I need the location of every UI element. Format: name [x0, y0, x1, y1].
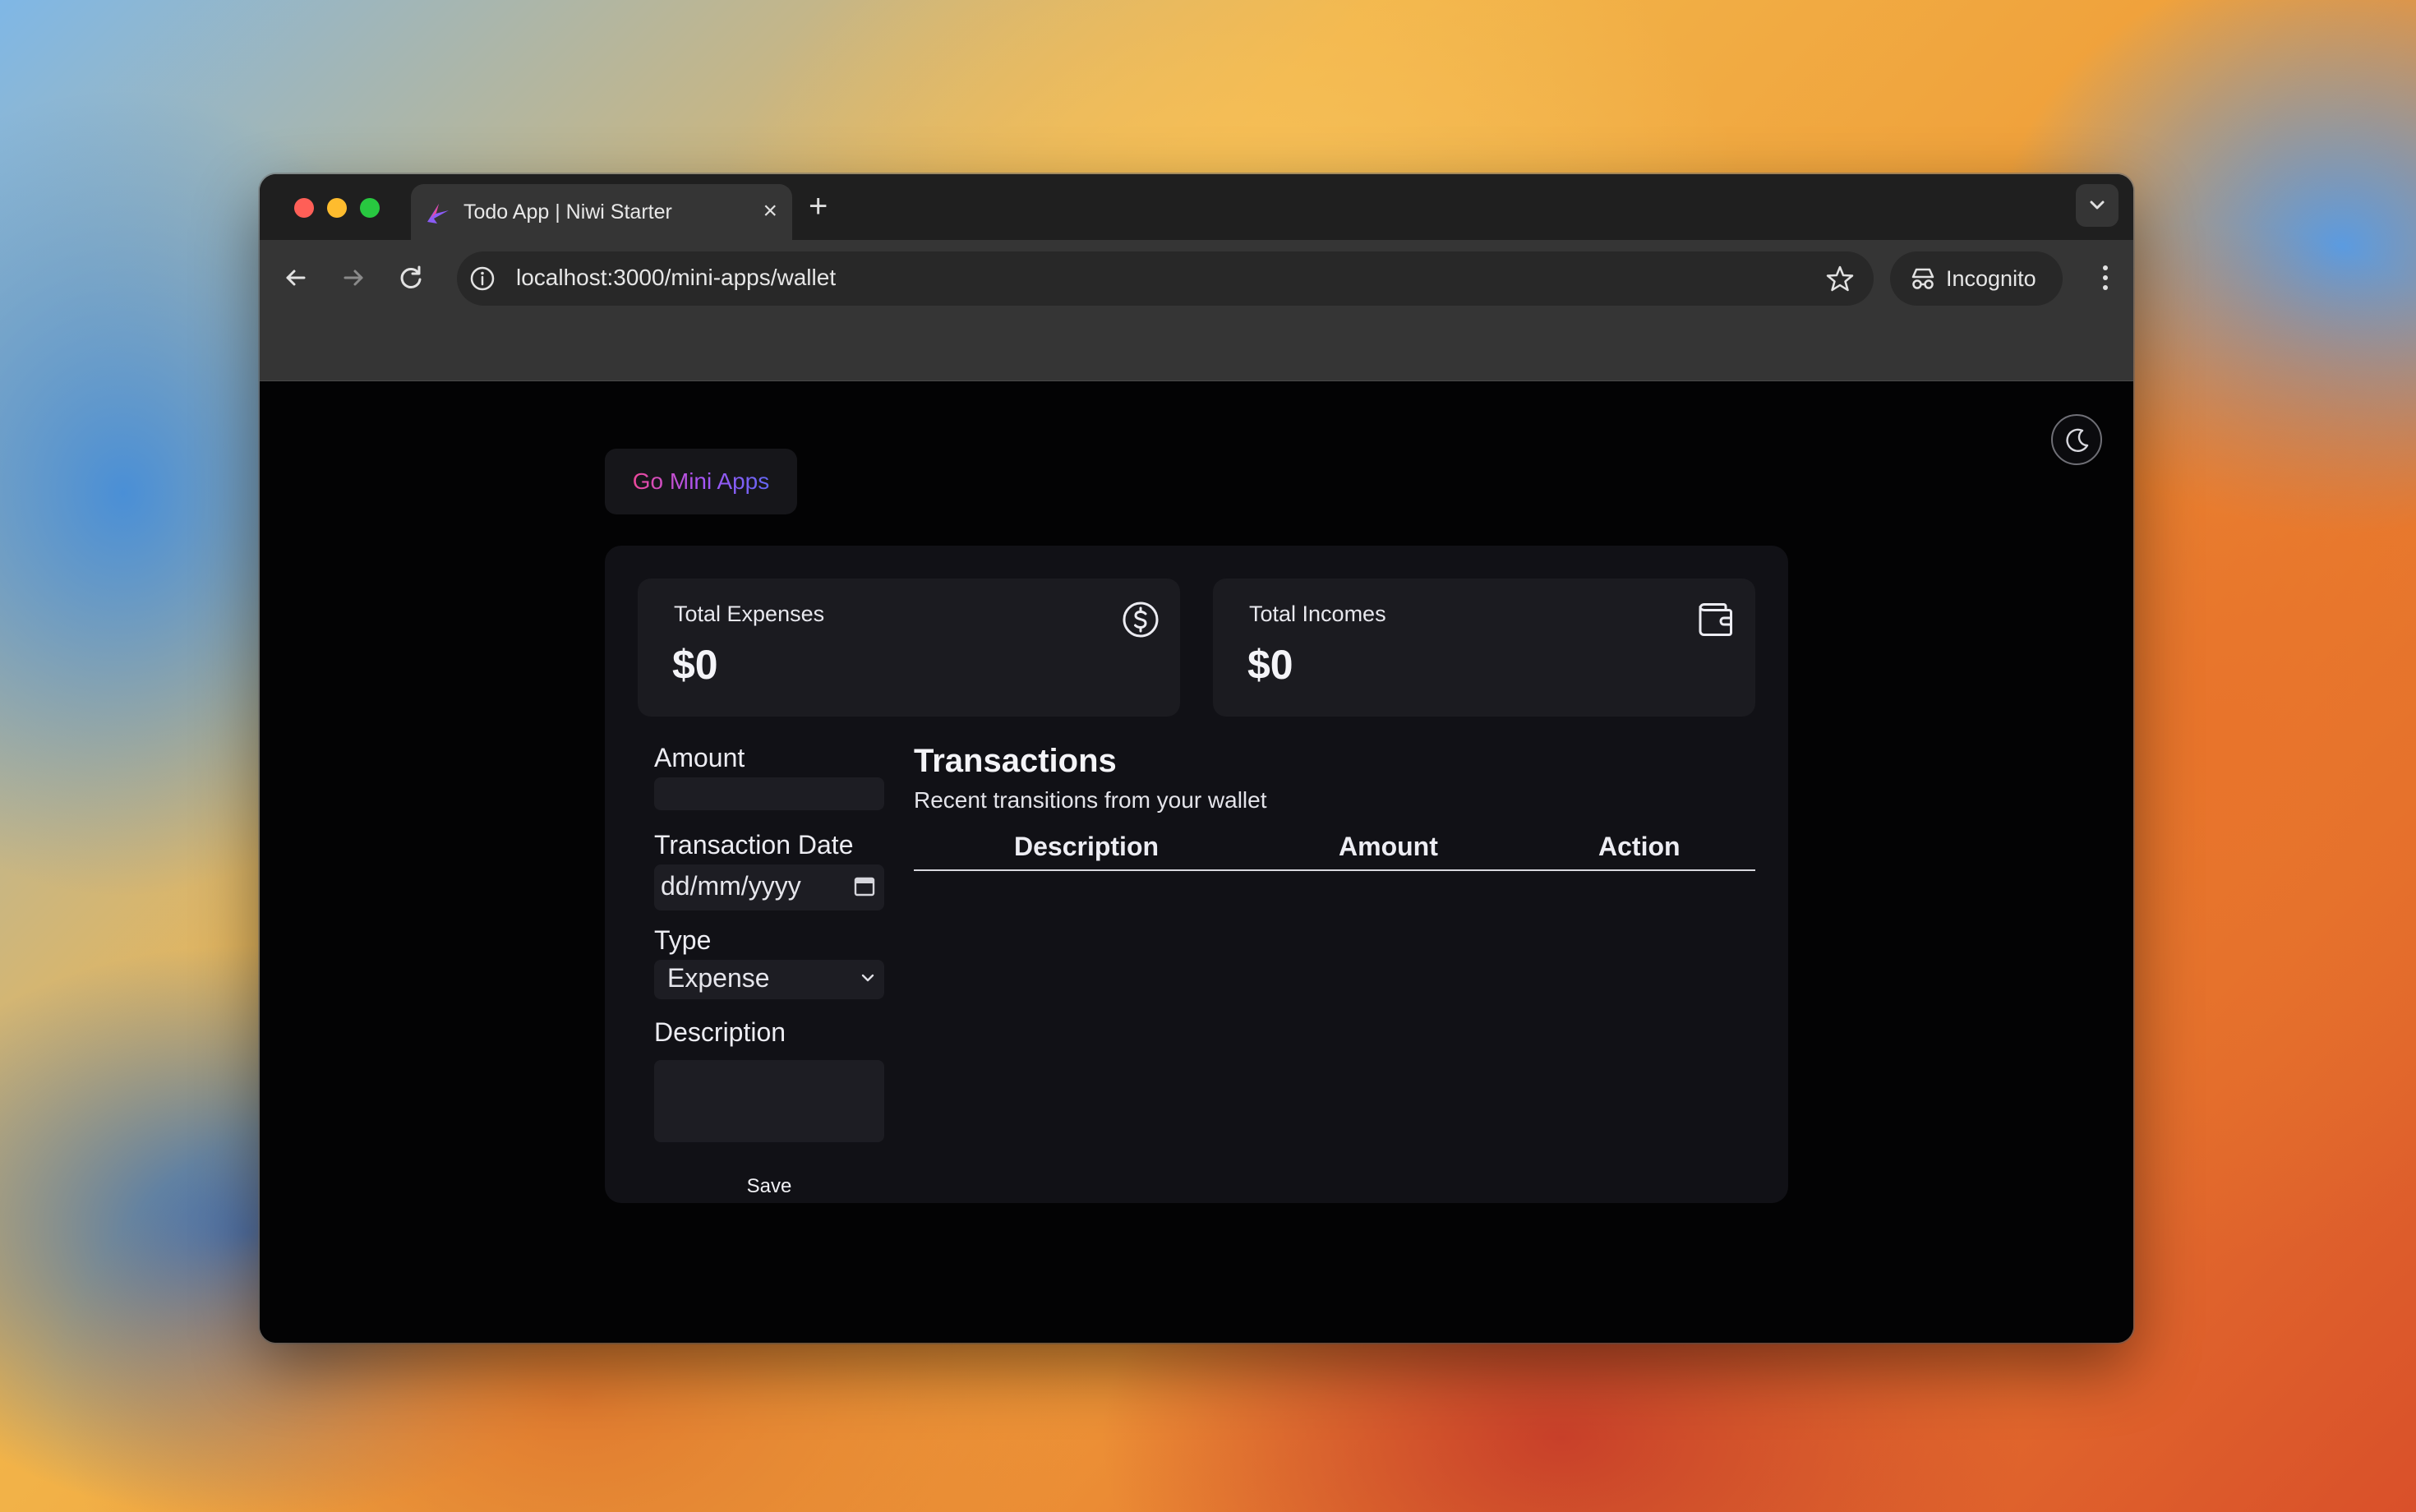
amount-label: Amount [654, 743, 745, 772]
theme-toggle-button[interactable] [2051, 414, 2102, 465]
go-mini-apps-button[interactable]: Go Mini Apps [605, 449, 797, 514]
site-info-icon[interactable] [468, 265, 496, 293]
total-expenses-value: $0 [672, 642, 718, 688]
wallet-panel: Total Expenses $0 Total Incomes $0 Amoun… [605, 546, 1788, 1203]
forward-arrow-icon[interactable] [334, 258, 373, 297]
transactions-title: Transactions [914, 743, 1117, 779]
description-textarea[interactable] [654, 1060, 884, 1142]
column-header-amount: Amount [1339, 832, 1438, 861]
chevron-down-icon [861, 974, 874, 982]
description-label: Description [654, 1017, 786, 1047]
minimize-window-button[interactable] [327, 198, 347, 218]
transactions-subtitle: Recent transitions from your wallet [914, 787, 1267, 813]
go-mini-apps-label: Go Mini Apps [632, 468, 770, 494]
tab-close-icon[interactable]: × [763, 197, 777, 225]
reload-icon[interactable] [391, 258, 431, 297]
incognito-badge[interactable]: Incognito [1890, 251, 2063, 306]
transaction-date-input[interactable]: dd/mm/yyyy [654, 864, 884, 910]
total-expenses-label: Total Expenses [674, 602, 825, 626]
browser-toolbar: localhost:3000/mini-apps/wallet Incognit… [260, 240, 2133, 316]
back-arrow-icon[interactable] [276, 258, 316, 297]
save-button[interactable]: Save [654, 1170, 884, 1203]
app-favicon-icon [427, 204, 449, 224]
type-select[interactable]: Expense [654, 960, 884, 999]
tab-title: Todo App | Niwi Starter [463, 201, 672, 224]
wallet-icon [1699, 603, 1732, 636]
column-header-action: Action [1598, 832, 1681, 861]
bookmark-star-icon[interactable] [1824, 263, 1856, 294]
chevron-down-icon [2090, 201, 2105, 210]
type-label: Type [654, 925, 712, 955]
dollar-circle-icon [1123, 602, 1159, 638]
moon-icon [2066, 428, 2089, 453]
close-window-button[interactable] [294, 198, 314, 218]
bookmarks-bar [260, 316, 2133, 381]
total-incomes-label: Total Incomes [1249, 602, 1386, 626]
incognito-icon [1911, 268, 1934, 289]
browser-window: Todo App | Niwi Starter × + localhost:30… [260, 174, 2133, 1343]
url-text: localhost:3000/mini-apps/wallet [516, 265, 837, 290]
page-content: Go Mini Apps Total Expenses $0 Total Inc… [260, 381, 2133, 1343]
amount-input[interactable] [654, 777, 884, 810]
new-tab-button[interactable]: + [809, 186, 828, 227]
total-expenses-card: Total Expenses $0 [638, 579, 1180, 717]
calendar-icon[interactable] [853, 874, 876, 897]
date-placeholder: dd/mm/yyyy [661, 871, 801, 901]
address-bar[interactable]: localhost:3000/mini-apps/wallet [457, 251, 1874, 306]
transactions-table-header: Description Amount Action [914, 825, 1755, 871]
type-select-value: Expense [667, 963, 770, 993]
kebab-menu-icon[interactable] [2094, 256, 2117, 299]
transaction-date-label: Transaction Date [654, 830, 854, 860]
tab-search-button[interactable] [2076, 184, 2119, 227]
tab-active[interactable]: Todo App | Niwi Starter × [411, 184, 792, 240]
total-incomes-card: Total Incomes $0 [1213, 579, 1755, 717]
incognito-label: Incognito [1946, 266, 2036, 291]
column-header-description: Description [1014, 832, 1160, 861]
maximize-window-button[interactable] [360, 198, 380, 218]
total-incomes-value: $0 [1247, 642, 1293, 688]
tab-strip: Todo App | Niwi Starter × + [260, 174, 2133, 240]
